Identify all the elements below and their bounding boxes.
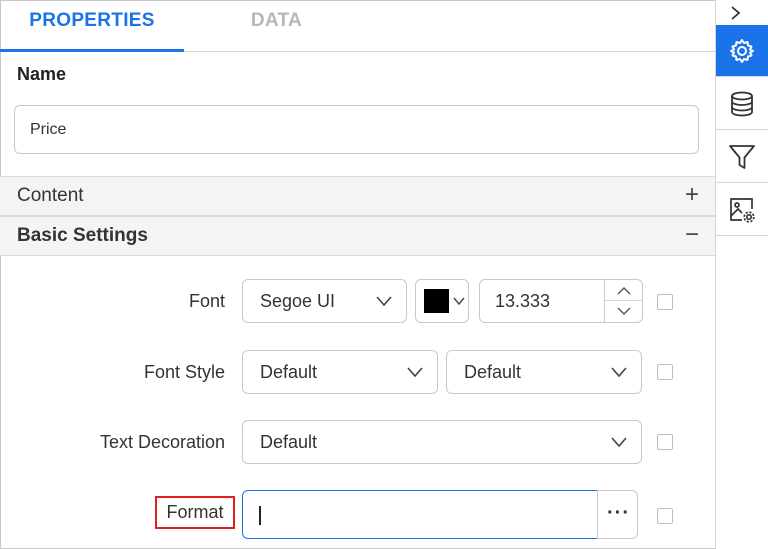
font-size-value: 13.333 xyxy=(495,291,551,311)
font-weight-dropdown[interactable]: Default xyxy=(446,350,642,394)
tab-data[interactable]: DATA xyxy=(184,0,369,52)
basic-settings-section-title: Basic Settings xyxy=(17,225,148,246)
color-swatch xyxy=(424,289,449,313)
font-style-label: Font Style xyxy=(143,362,225,382)
font-style-value: Default xyxy=(260,362,318,382)
text-cursor xyxy=(259,506,261,525)
filter-icon xyxy=(729,145,755,169)
spin-buttons xyxy=(604,280,642,322)
expand-icon[interactable]: + xyxy=(685,181,699,209)
text-decoration-dropdown[interactable]: Default xyxy=(242,420,642,464)
image-settings-icon xyxy=(730,198,755,223)
main-panel: PROPERTIES DATA Name Price Content + Bas… xyxy=(0,0,715,549)
chevron-down-icon xyxy=(453,297,465,306)
font-size-stepper[interactable]: 13.333 xyxy=(479,279,643,323)
format-checkbox[interactable] xyxy=(657,508,673,524)
font-color-picker[interactable] xyxy=(415,279,469,323)
chevron-down-icon xyxy=(611,437,627,448)
format-input[interactable] xyxy=(242,490,598,539)
font-style-dropdown[interactable]: Default xyxy=(242,350,438,394)
sidebar-properties-button[interactable] xyxy=(716,25,768,77)
sidebar-data-button[interactable] xyxy=(716,78,768,130)
format-more-button[interactable]: ··· xyxy=(597,490,638,539)
decrement-button[interactable] xyxy=(605,301,642,322)
format-label: Format xyxy=(155,496,235,529)
tab-properties[interactable]: PROPERTIES xyxy=(0,0,184,52)
text-decoration-label: Text Decoration xyxy=(99,432,225,452)
font-weight-value: Default xyxy=(464,362,522,382)
increment-button[interactable] xyxy=(605,280,642,301)
font-family-dropdown[interactable]: Segoe UI xyxy=(242,279,407,323)
name-label: Name xyxy=(17,64,67,84)
collapse-icon[interactable]: − xyxy=(685,221,699,249)
chevron-down-icon xyxy=(376,296,392,307)
database-icon xyxy=(731,91,753,117)
font-style-checkbox[interactable] xyxy=(657,364,673,380)
text-decoration-value: Default xyxy=(260,432,318,452)
font-label: Font xyxy=(188,291,225,311)
sidebar-filter-button[interactable] xyxy=(716,131,768,183)
basic-settings-section-header[interactable]: Basic Settings − xyxy=(0,216,715,256)
font-checkbox[interactable] xyxy=(657,294,673,310)
chevron-right-icon xyxy=(731,6,741,20)
tab-bar: PROPERTIES DATA xyxy=(0,0,715,52)
collapse-sidebar-button[interactable] xyxy=(716,0,768,26)
content-section-title: Content xyxy=(17,185,84,206)
font-family-value: Segoe UI xyxy=(260,291,336,311)
gear-icon xyxy=(730,39,754,63)
right-sidebar xyxy=(715,0,768,549)
chevron-down-icon xyxy=(407,367,423,378)
chevron-down-icon xyxy=(617,307,631,315)
name-input[interactable]: Price xyxy=(14,105,699,154)
text-decoration-checkbox[interactable] xyxy=(657,434,673,450)
more-icon: ··· xyxy=(607,502,630,524)
content-section-header[interactable]: Content + xyxy=(0,176,715,216)
chevron-up-icon xyxy=(617,287,631,295)
chevron-down-icon xyxy=(611,367,627,378)
sidebar-image-settings-button[interactable] xyxy=(716,184,768,236)
